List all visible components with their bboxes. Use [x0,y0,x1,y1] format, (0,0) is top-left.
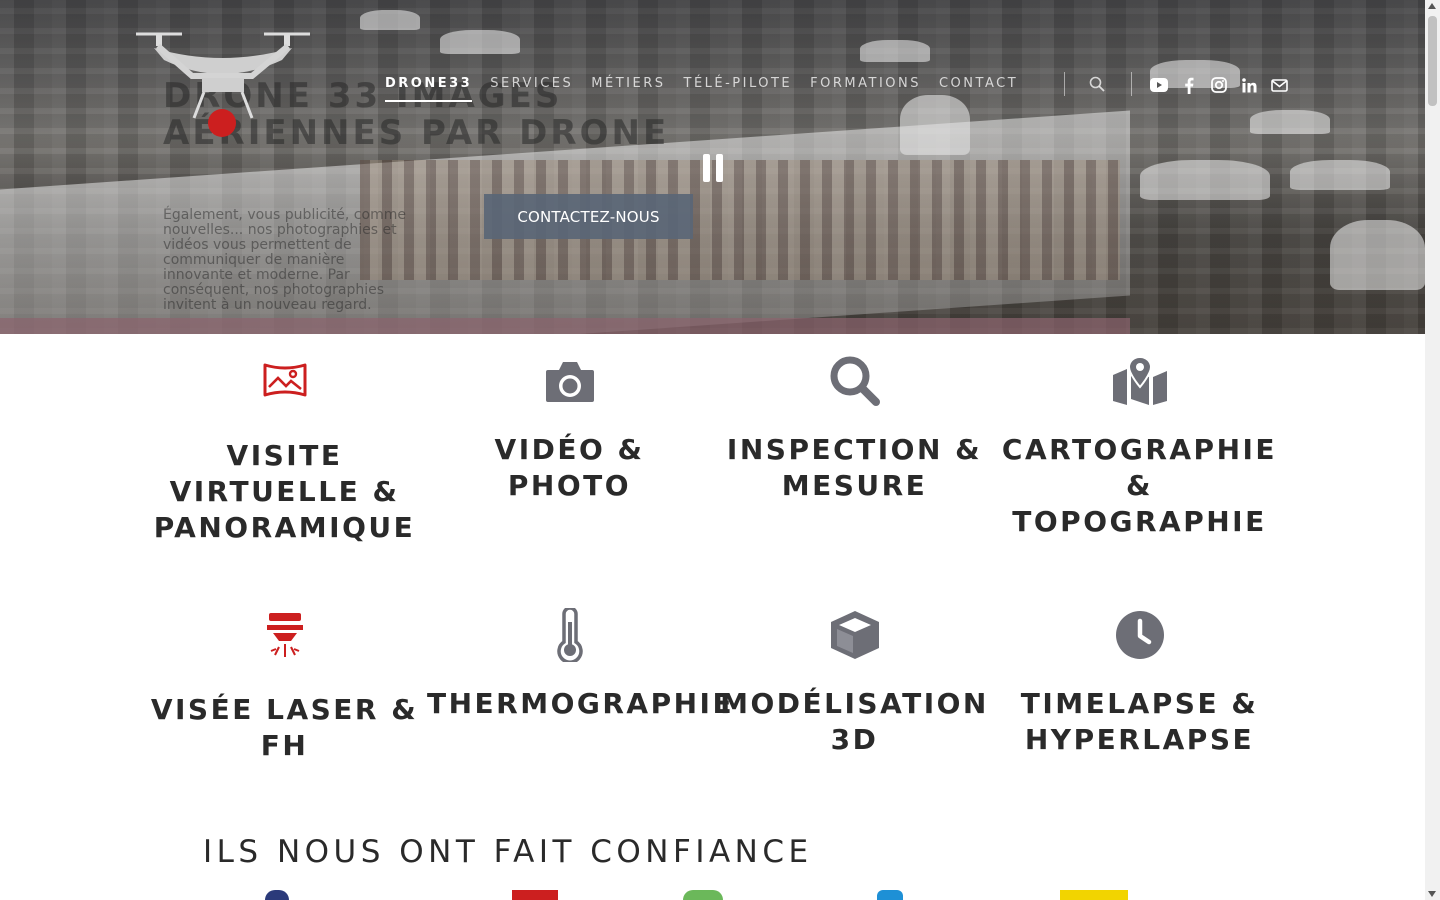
partner-logos [0,890,1425,900]
youtube-icon[interactable] [1150,76,1168,94]
service-title: CARTOGRAPHIE & TOPOGRAPHIE [1001,433,1278,538]
panorama-icon [142,354,427,408]
service-title: VIDÉO & PHOTO [494,433,645,502]
scrollbar-thumb[interactable] [1428,16,1437,106]
thermometer-icon [427,608,712,662]
service-title: VISITE VIRTUELLE & PANORAMIQUE [153,439,416,544]
hero-description: Également, vous publicité, comme nouvell… [163,207,406,313]
main-nav: DRONE33 SERVICES MÉTIERS TÉLÉ-PILOTE FOR… [385,76,1036,102]
trust-title: ILS NOUS ONT FAIT CONFIANCE [203,834,813,870]
facebook-icon[interactable] [1180,76,1198,94]
nav-item-formations[interactable]: FORMATIONS [810,76,921,96]
partner-logo[interactable] [683,890,723,900]
service-title: INSPECTION & MESURE [726,433,983,502]
service-visee-laser[interactable]: VISÉE LASER & FH [142,608,427,764]
scroll-up-arrow[interactable] [1428,3,1436,9]
service-timelapse[interactable]: TIMELAPSE & HYPERLAPSE [997,608,1282,758]
partner-logo[interactable] [877,890,903,900]
service-inspection-mesure[interactable]: INSPECTION & MESURE [712,354,997,504]
nav-item-services[interactable]: SERVICES [490,76,573,96]
instagram-icon[interactable] [1210,76,1228,94]
service-cartographie[interactable]: CARTOGRAPHIE & TOPOGRAPHIE [997,354,1282,540]
clock-icon [997,608,1282,662]
nav-item-metiers[interactable]: MÉTIERS [591,76,665,96]
envelope-icon[interactable] [1270,76,1288,94]
cube-icon [712,608,997,662]
partner-logo[interactable] [265,890,289,900]
map-marker-icon [997,354,1282,408]
nav-item-drone33[interactable]: DRONE33 [385,76,473,102]
camera-icon [427,354,712,408]
laser-icon [142,608,427,662]
magnifier-icon [712,354,997,408]
search-icon[interactable] [1089,76,1105,92]
nav-item-tele-pilote[interactable]: TÉLÉ-PILOTE [684,76,793,96]
service-title: MODÉLISATION 3D [720,687,989,756]
nav-divider [1131,72,1132,96]
partner-logo[interactable] [512,890,558,900]
scroll-down-arrow[interactable] [1428,891,1436,897]
service-title: VISÉE LASER & FH [150,693,419,762]
service-title: THERMOGRAPHIE [427,687,735,720]
linkedin-icon[interactable] [1240,76,1258,94]
contact-button[interactable]: CONTACTEZ-NOUS [484,194,693,239]
nav-item-contact[interactable]: CONTACT [939,76,1018,96]
video-pause-button[interactable] [703,154,725,182]
service-video-photo[interactable]: VIDÉO & PHOTO [427,354,712,504]
service-visite-virtuelle[interactable]: VISITE VIRTUELLE & PANORAMIQUE [142,354,427,546]
service-title: TIMELAPSE & HYPERLAPSE [1020,687,1259,756]
service-modelisation-3d[interactable]: MODÉLISATION 3D [712,608,997,758]
nav-divider [1064,72,1065,96]
service-thermographie[interactable]: THERMOGRAPHIE [427,608,735,722]
social-links [1150,76,1288,94]
partner-logo[interactable] [1060,890,1128,900]
drone33-logo[interactable] [132,28,314,138]
page-scrollbar[interactable] [1425,0,1440,900]
